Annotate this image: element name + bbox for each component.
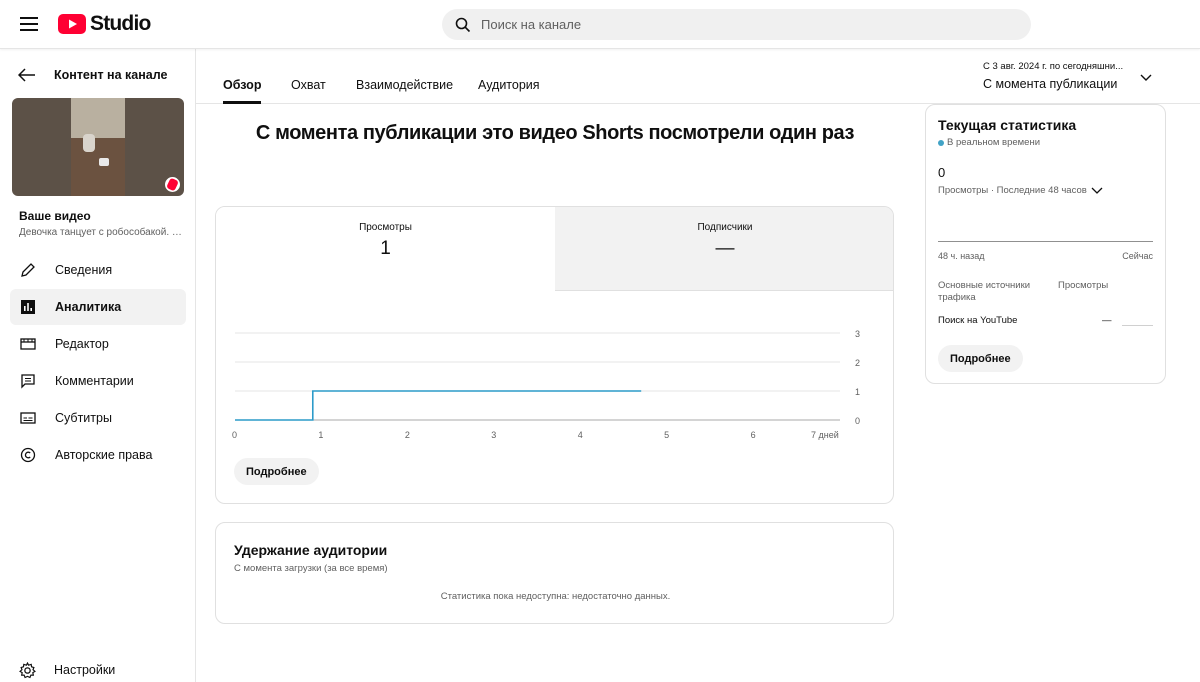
- back-to-content-button[interactable]: Контент на канале: [18, 65, 167, 85]
- editor-icon: [19, 335, 37, 353]
- more-details-button[interactable]: Подробнее: [234, 458, 319, 485]
- metric-value: 1: [380, 238, 391, 259]
- views-line-chart: 3 2 1 0 0 1 2 3 4 5 6 7 дней: [232, 329, 860, 440]
- traffic-source-value: —: [1102, 315, 1112, 326]
- search-icon[interactable]: [455, 17, 471, 33]
- realtime-axis-start: 48 ч. назад: [938, 251, 985, 261]
- realtime-chart-baseline: [938, 241, 1153, 242]
- live-dot-icon: [938, 139, 944, 146]
- y-tick-label: 3: [855, 329, 860, 339]
- analytics-tabs: Обзор Охват Взаимодействие Аудитория С 3…: [196, 49, 1200, 104]
- traffic-source-bar: [1122, 325, 1153, 326]
- traffic-sources-header: Основные источники трафика: [938, 280, 1031, 303]
- video-title: Девочка танцует с робособакой. З...: [19, 227, 184, 238]
- metric-views[interactable]: Просмотры 1: [216, 207, 555, 291]
- tab-engagement[interactable]: Взаимодействие: [356, 78, 453, 104]
- sidebar-item-label: Комментарии: [55, 374, 134, 388]
- sidebar-item-label: Аналитика: [55, 300, 122, 314]
- sidebar: Контент на канале Ваше видео Девочка тан…: [0, 49, 196, 682]
- realtime-count: 0: [938, 165, 946, 180]
- date-range-text: С 3 авг. 2024 г. по сегодняшни...: [983, 61, 1124, 72]
- metric-value: —: [715, 238, 735, 259]
- realtime-title: Текущая статистика: [938, 117, 1077, 133]
- top-bar: Studio: [0, 0, 1200, 49]
- sidebar-item-label: Авторские права: [55, 448, 153, 462]
- page-headline: С момента публикации это видео Shorts по…: [255, 122, 855, 144]
- sidebar-item-analytics[interactable]: Аналитика: [10, 289, 186, 325]
- video-thumbnail[interactable]: [12, 98, 184, 196]
- x-tick-label: 3: [491, 430, 496, 440]
- x-tick-label: 0: [232, 430, 237, 440]
- live-label: В реальном времени: [947, 137, 1041, 148]
- x-tick-label: 1: [318, 430, 323, 440]
- gear-icon: [19, 661, 36, 678]
- overview-card: Просмотры 1 Подписчики — 3 2 1 0 0 1 2 3 4 5 6 7 дн…: [215, 206, 894, 504]
- sidebar-item-subtitles[interactable]: Субтитры: [10, 400, 186, 436]
- back-label: Контент на канале: [54, 68, 168, 82]
- search-input[interactable]: [481, 17, 981, 32]
- realtime-axis-end: Сейчас: [1122, 251, 1153, 261]
- period-label: Просмотры · Последние 48 часов: [938, 185, 1087, 196]
- realtime-live-indicator: В реальном времени: [938, 137, 1040, 148]
- sidebar-item-label: Субтитры: [55, 411, 112, 425]
- video-frame: [71, 98, 125, 196]
- comments-icon: [19, 372, 37, 390]
- copyright-icon: [19, 446, 37, 464]
- sidebar-item-details[interactable]: Сведения: [10, 252, 186, 288]
- sidebar-item-settings[interactable]: Настройки: [19, 659, 115, 681]
- realtime-more-button[interactable]: Подробнее: [938, 345, 1023, 372]
- views-series-line: [235, 390, 642, 421]
- chevron-down-icon: [1140, 74, 1152, 81]
- y-tick-label: 2: [855, 358, 860, 368]
- logo-text: Studio: [90, 12, 151, 35]
- subtitles-icon: [19, 409, 37, 427]
- your-video-label: Ваше видео: [19, 209, 91, 223]
- shorts-icon: [165, 177, 180, 192]
- sidebar-item-editor[interactable]: Редактор: [10, 326, 186, 362]
- x-tick-label: 7 дней: [811, 430, 839, 440]
- sidebar-item-label: Сведения: [55, 263, 113, 277]
- pencil-icon: [19, 261, 37, 279]
- chevron-down-icon: [1091, 187, 1103, 194]
- sidebar-item-copyright[interactable]: Авторские права: [10, 437, 186, 473]
- date-range-selector[interactable]: С 3 авг. 2024 г. по сегодняшни... С моме…: [983, 61, 1153, 91]
- menu-icon[interactable]: [18, 14, 40, 34]
- search-box[interactable]: [442, 9, 1031, 40]
- views-column-header: Просмотры: [1058, 280, 1109, 291]
- traffic-source-name: Поиск на YouTube: [938, 315, 1018, 326]
- tab-overview[interactable]: Обзор: [223, 78, 262, 104]
- metric-label: Подписчики: [697, 222, 753, 233]
- arrow-back-icon: [18, 68, 35, 82]
- studio-logo[interactable]: Studio: [58, 12, 151, 36]
- youtube-logo-icon: [58, 14, 86, 34]
- x-tick-label: 4: [578, 430, 583, 440]
- x-tick-label: 2: [405, 430, 410, 440]
- x-tick-label: 6: [751, 430, 756, 440]
- metric-label: Просмотры: [359, 222, 412, 233]
- tab-audience[interactable]: Аудитория: [478, 78, 540, 104]
- sidebar-item-label: Редактор: [55, 337, 109, 351]
- x-tick-label: 5: [664, 430, 669, 440]
- analytics-icon: [19, 298, 37, 316]
- settings-label: Настройки: [54, 663, 116, 677]
- retention-empty-message: Статистика пока недоступна: недостаточно…: [440, 591, 671, 602]
- retention-card: Удержание аудитории С момента загрузки (…: [215, 522, 894, 624]
- y-tick-label: 1: [855, 387, 860, 397]
- metric-subscribers[interactable]: Подписчики —: [555, 207, 893, 291]
- sidebar-item-comments[interactable]: Комментарии: [10, 363, 186, 399]
- retention-subtitle: С момента загрузки (за все время): [234, 563, 388, 574]
- date-range-selected: С момента публикации: [983, 77, 1118, 91]
- tab-reach[interactable]: Охват: [291, 78, 326, 104]
- y-tick-label: 0: [855, 416, 860, 426]
- realtime-period-selector[interactable]: Просмотры · Последние 48 часов: [938, 185, 1103, 196]
- sidebar-nav: Сведения Аналитика Редактор Комментарии …: [10, 252, 186, 474]
- retention-title: Удержание аудитории: [234, 542, 388, 558]
- realtime-card: Текущая статистика В реальном времени 0 …: [925, 104, 1166, 384]
